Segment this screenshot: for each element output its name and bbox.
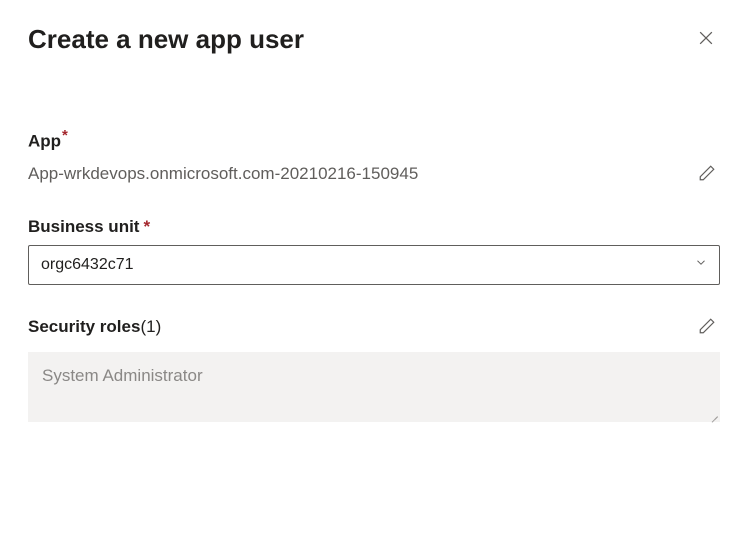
required-marker: *: [143, 217, 150, 236]
pencil-icon: [698, 317, 716, 338]
security-roles-list[interactable]: System Administrator: [28, 352, 720, 422]
app-value: App-wrkdevops.onmicrosoft.com-20210216-1…: [28, 164, 418, 184]
pencil-icon: [698, 164, 716, 185]
close-icon: [696, 28, 716, 51]
edit-app-button[interactable]: [694, 160, 720, 189]
security-roles-label-text: Security roles: [28, 317, 140, 336]
business-unit-label-text: Business unit: [28, 217, 139, 236]
close-button[interactable]: [692, 24, 720, 55]
app-label: App*: [28, 127, 720, 152]
security-roles-label: Security roles(1): [28, 317, 161, 337]
business-unit-label: Business unit*: [28, 217, 720, 237]
list-item: System Administrator: [42, 366, 706, 386]
business-unit-select[interactable]: orgc6432c71: [28, 245, 720, 285]
app-label-text: App: [28, 132, 61, 151]
required-marker: *: [62, 127, 68, 144]
dialog-title: Create a new app user: [28, 24, 304, 55]
security-roles-count: (1): [140, 317, 161, 336]
edit-security-roles-button[interactable]: [694, 313, 720, 342]
